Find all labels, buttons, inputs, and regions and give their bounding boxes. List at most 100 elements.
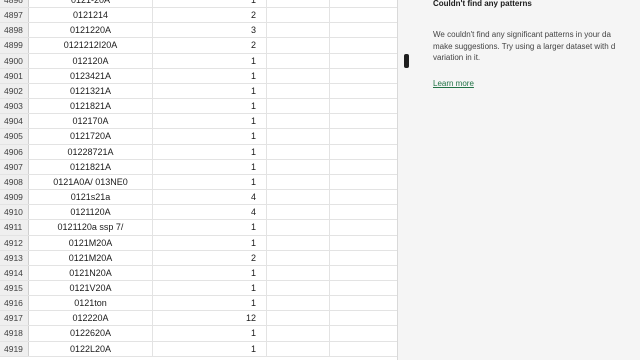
cell-empty[interactable] <box>330 236 397 250</box>
cell-code[interactable]: 0121-20A <box>29 0 153 8</box>
cell-count[interactable]: 1 <box>153 114 267 129</box>
cell-empty[interactable] <box>267 296 330 311</box>
cell-count[interactable]: 1 <box>153 326 267 341</box>
cell-code[interactable]: 0121220A <box>29 23 153 38</box>
row-header[interactable]: 4917 <box>0 311 29 326</box>
cell-empty[interactable] <box>330 175 397 189</box>
cell-count[interactable]: 3 <box>153 23 267 38</box>
cell-count[interactable]: 1 <box>153 0 267 8</box>
cell-empty[interactable] <box>267 83 330 99</box>
cell-empty[interactable] <box>330 281 397 295</box>
cell-empty[interactable] <box>330 251 397 265</box>
cell-empty[interactable] <box>267 0 330 8</box>
cell-empty[interactable] <box>267 341 330 356</box>
cell-count[interactable]: 4 <box>153 190 267 205</box>
cell-empty[interactable] <box>267 174 330 190</box>
cell-empty[interactable] <box>330 129 397 143</box>
cell-empty[interactable] <box>330 38 397 52</box>
cell-count[interactable]: 2 <box>153 8 267 23</box>
cell-code[interactable]: 0121M20A <box>29 250 153 265</box>
cell-code[interactable]: 012220A <box>29 311 153 326</box>
cell-count[interactable]: 2 <box>153 38 267 53</box>
cell-code[interactable]: 0122620A <box>29 326 153 341</box>
cell-count[interactable]: 1 <box>153 280 267 296</box>
row-header[interactable]: 4909 <box>0 190 29 205</box>
cell-code[interactable]: 0121s21a <box>29 190 153 205</box>
cell-empty[interactable] <box>267 311 330 326</box>
cell-empty[interactable] <box>267 265 330 280</box>
row-header[interactable]: 4912 <box>0 235 29 250</box>
cell-empty[interactable] <box>330 114 397 128</box>
row-header[interactable]: 4910 <box>0 205 29 220</box>
cell-empty[interactable] <box>330 326 397 340</box>
cell-count[interactable]: 1 <box>153 144 267 159</box>
row-header[interactable]: 4899 <box>0 38 29 53</box>
row-header[interactable]: 4919 <box>0 341 29 356</box>
row-header[interactable]: 4911 <box>0 220 29 235</box>
cell-empty[interactable] <box>330 99 397 113</box>
cell-code[interactable]: 0123421A <box>29 68 153 83</box>
cell-count[interactable]: 1 <box>153 341 267 356</box>
cell-count[interactable]: 1 <box>153 296 267 311</box>
row-header[interactable]: 4903 <box>0 99 29 114</box>
cell-empty[interactable] <box>267 144 330 159</box>
cell-code[interactable]: 01228721A <box>29 144 153 159</box>
cell-empty[interactable] <box>267 99 330 114</box>
row-header[interactable]: 4916 <box>0 296 29 311</box>
cell-empty[interactable] <box>330 160 397 174</box>
row-header[interactable]: 4901 <box>0 68 29 83</box>
cell-count[interactable]: 1 <box>153 68 267 83</box>
cell-empty[interactable] <box>267 220 330 235</box>
row-header[interactable]: 4900 <box>0 53 29 68</box>
cell-empty[interactable] <box>330 23 397 37</box>
cell-empty[interactable] <box>267 53 330 68</box>
cell-code[interactable]: 0121M20A <box>29 235 153 250</box>
row-header[interactable]: 4915 <box>0 280 29 296</box>
cell-empty[interactable] <box>267 235 330 250</box>
cell-code[interactable]: 0121120A <box>29 205 153 220</box>
cell-count[interactable]: 1 <box>153 99 267 114</box>
cell-empty[interactable] <box>330 220 397 234</box>
cell-empty[interactable] <box>330 266 397 280</box>
cell-empty[interactable] <box>330 69 397 83</box>
cell-count[interactable]: 1 <box>153 53 267 68</box>
spreadsheet-grid[interactable]: 4896 0121-20A 1 4897 0121214 2 4898 0121220A 3 48… <box>0 0 397 360</box>
cell-code[interactable]: 0121120a ssp 7/ <box>29 220 153 235</box>
row-header[interactable]: 4905 <box>0 129 29 144</box>
cell-count[interactable]: 1 <box>153 129 267 144</box>
row-header[interactable]: 4913 <box>0 250 29 265</box>
cell-empty[interactable] <box>330 8 397 22</box>
pane-scrollbar-thumb[interactable] <box>404 54 409 68</box>
cell-empty[interactable] <box>330 145 397 159</box>
cell-empty[interactable] <box>267 114 330 129</box>
row-header[interactable]: 4918 <box>0 326 29 341</box>
cell-count[interactable]: 1 <box>153 174 267 190</box>
cell-empty[interactable] <box>267 280 330 296</box>
row-header[interactable]: 4907 <box>0 159 29 174</box>
cell-empty[interactable] <box>330 54 397 68</box>
cell-empty[interactable] <box>330 0 397 7</box>
cell-empty[interactable] <box>267 23 330 38</box>
cell-code[interactable]: 0121821A <box>29 159 153 174</box>
row-header[interactable]: 4908 <box>0 174 29 190</box>
cell-count[interactable]: 1 <box>153 83 267 99</box>
cell-code[interactable]: 0121V20A <box>29 280 153 296</box>
row-header[interactable]: 4897 <box>0 8 29 23</box>
cell-code[interactable]: 0121321A <box>29 83 153 99</box>
cell-count[interactable]: 1 <box>153 220 267 235</box>
cell-empty[interactable] <box>267 250 330 265</box>
cell-count[interactable]: 1 <box>153 159 267 174</box>
cell-code[interactable]: 0121N20A <box>29 265 153 280</box>
row-header[interactable]: 4902 <box>0 83 29 99</box>
row-header[interactable]: 4904 <box>0 114 29 129</box>
cell-empty[interactable] <box>330 190 397 204</box>
cell-count[interactable]: 2 <box>153 250 267 265</box>
cell-code[interactable]: 012170A <box>29 114 153 129</box>
cell-count[interactable]: 12 <box>153 311 267 326</box>
cell-empty[interactable] <box>330 205 397 219</box>
cell-code[interactable]: 0122L20A <box>29 341 153 356</box>
row-header[interactable]: 4898 <box>0 23 29 38</box>
row-header[interactable]: 4896 <box>0 0 29 8</box>
learn-more-link[interactable]: Learn more <box>433 79 474 88</box>
cell-empty[interactable] <box>267 190 330 205</box>
